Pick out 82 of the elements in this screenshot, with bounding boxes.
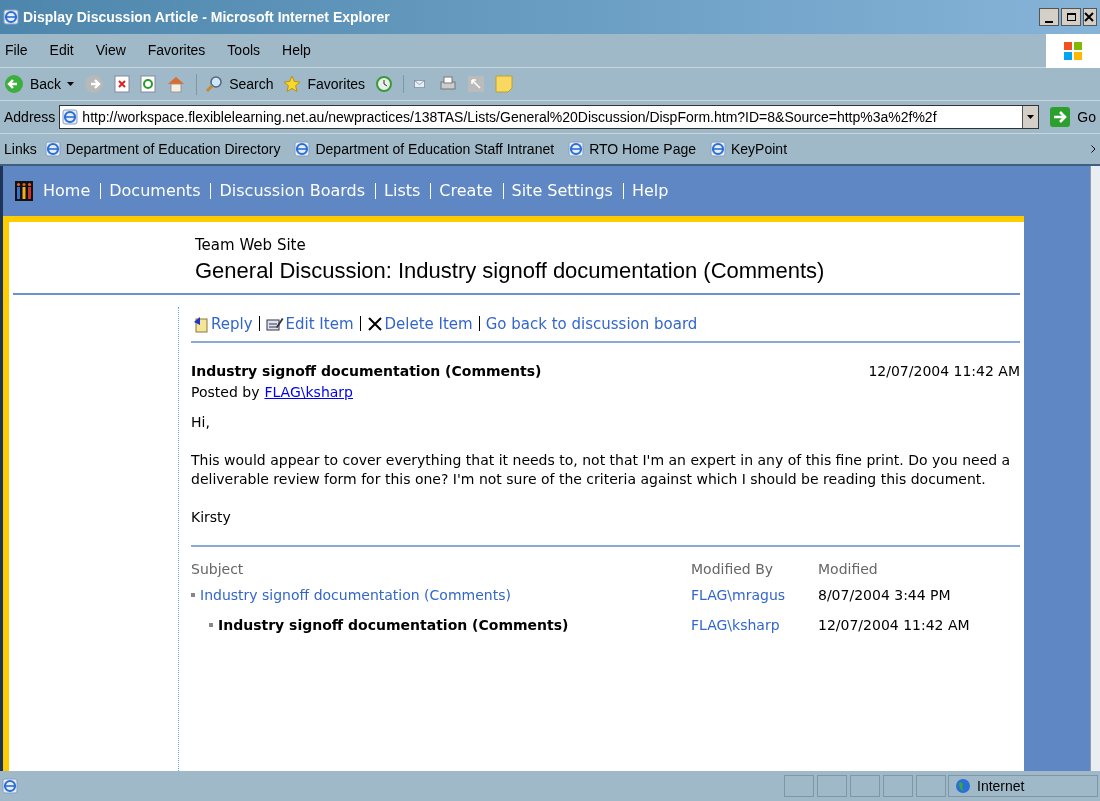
chevron-icon[interactable] — [1091, 145, 1096, 153]
nav-link[interactable]: Discussion Boards — [219, 179, 365, 203]
delete-icon — [366, 315, 383, 332]
page-title: General Discussion: Industry signoff documentation (Comments) — [195, 256, 826, 285]
post-paragraph: Kirsty — [191, 508, 232, 527]
menu-item[interactable]: View — [95, 40, 126, 61]
refresh-icon[interactable] — [140, 75, 157, 93]
dropdown-button[interactable] — [1022, 106, 1039, 128]
link-item[interactable]: KeyPoint — [710, 138, 788, 160]
history-icon[interactable] — [375, 75, 394, 93]
post-date: 12/07/2004 11:42 AM — [868, 362, 1020, 381]
print-icon[interactable] — [439, 75, 458, 93]
modified-date: 8/07/2004 3:44 PM — [818, 585, 951, 605]
action-link[interactable]: Reply — [191, 312, 253, 335]
menu-item[interactable]: Help — [282, 40, 311, 61]
link-item[interactable]: Department of Education Staff Intranet — [294, 138, 555, 160]
author-link[interactable]: FLAG\ksharp — [264, 382, 353, 403]
favorites-button[interactable]: Favorites — [283, 73, 366, 95]
post-paragraph: This would appear to cover everything that it needs to, not that I'm an expert in any of this fine print. Do you need a deliverable review form for this one? I'm not sure of the criteria against which I should be reading this document. — [191, 451, 1012, 489]
status-panel — [883, 775, 913, 797]
caret-icon — [1027, 115, 1035, 119]
menu-item[interactable]: File — [5, 40, 28, 61]
address-field[interactable]: http://workspace.flexiblelearning.net.au/newpractices/138TAS/Lists/General%20Discussion/DispForm.htm?ID=8&Source=http%3a%2f%2f — [59, 105, 1040, 129]
link-item[interactable]: Department of Education Directory — [44, 138, 281, 160]
status-panel — [817, 775, 847, 797]
nav-link[interactable]: Help — [631, 179, 669, 203]
ie-page-icon — [710, 141, 726, 157]
column-header: Modified — [818, 560, 878, 579]
status-page-icon — [2, 778, 18, 794]
post-paragraph: Hi, — [191, 413, 211, 432]
search-icon — [205, 75, 224, 93]
menu-item[interactable]: Edit — [49, 40, 74, 61]
action-link[interactable]: Edit Item — [265, 312, 354, 335]
windows-logo-icon — [1046, 33, 1100, 68]
caret-icon — [67, 82, 75, 86]
page-icon — [62, 109, 79, 125]
ie-page-icon — [568, 141, 585, 157]
column-header: Subject — [191, 560, 245, 579]
edit-icon — [265, 315, 284, 332]
window-title: Display Discussion Article - Microsoft Internet Explorer — [23, 7, 390, 27]
action-link[interactable]: Delete Item — [366, 312, 473, 335]
stop-icon[interactable] — [114, 75, 131, 93]
people-logo-icon — [15, 181, 33, 201]
status-panel — [916, 775, 946, 797]
nav-link[interactable]: Home — [43, 179, 91, 203]
column-header: Modified By — [691, 560, 775, 579]
bullet-icon — [209, 623, 213, 627]
posted-by-label: Posted by — [191, 383, 260, 402]
fullscreen-icon[interactable] — [467, 75, 486, 93]
status-panel — [850, 775, 880, 797]
menu-item[interactable]: Tools — [227, 40, 261, 61]
browser-icon — [3, 9, 19, 25]
post-subject: Industry signoff documentation (Comments) — [191, 362, 542, 381]
menu-item[interactable]: Favorites — [147, 40, 206, 61]
globe-icon — [955, 778, 971, 794]
author-link[interactable]: FLAG\mragus — [691, 584, 818, 606]
links-label: Links — [4, 139, 37, 159]
bullet-icon — [191, 593, 195, 597]
site-title: Team Web Site — [195, 235, 307, 256]
thread-subject-link[interactable]: Industry signoff documentation (Comments) — [200, 584, 511, 606]
nav-link[interactable]: Create — [439, 179, 493, 203]
forward-icon[interactable] — [84, 74, 105, 94]
zone-label: Internet — [977, 776, 1025, 796]
action-link[interactable]: Go back to discussion board — [485, 312, 698, 335]
author-link[interactable]: FLAG\ksharp — [691, 614, 818, 636]
back-button[interactable]: Back — [4, 73, 75, 95]
search-button[interactable]: Search — [196, 73, 274, 95]
nav-link[interactable]: Lists — [384, 179, 421, 203]
thread-subject-link[interactable]: Industry signoff documentation (Comments) — [218, 614, 569, 636]
address-label: Address — [4, 107, 56, 127]
nav-link[interactable]: Site Settings — [511, 179, 613, 203]
status-panel — [784, 775, 814, 797]
restore-button[interactable] — [1061, 8, 1081, 26]
star-icon — [283, 75, 302, 93]
modified-date: 12/07/2004 11:42 AM — [818, 615, 970, 635]
minimize-button[interactable] — [1039, 8, 1059, 26]
ie-page-icon — [44, 141, 61, 157]
go-button[interactable]: Go — [1049, 106, 1096, 128]
nav-link[interactable]: Documents — [109, 179, 201, 203]
link-item[interactable]: RTO Home Page — [568, 138, 696, 160]
ie-page-icon — [294, 141, 311, 157]
close-button[interactable] — [1083, 8, 1097, 26]
